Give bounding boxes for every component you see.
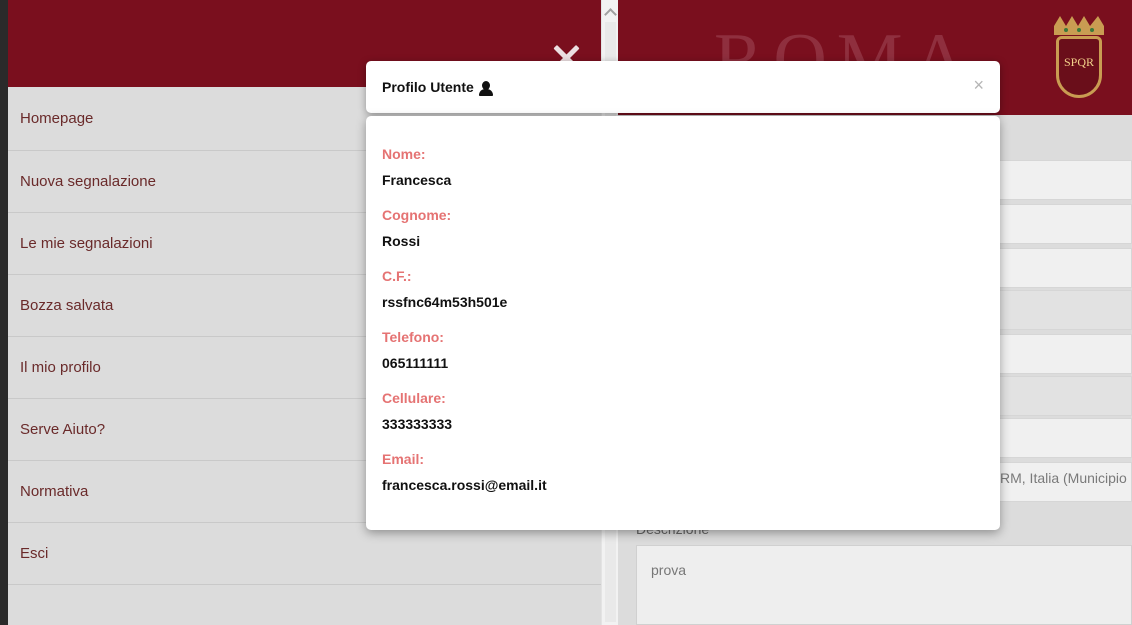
nome-value: Francesca	[382, 172, 452, 188]
crown-icon	[1054, 16, 1104, 35]
cf-label: C.F.:	[382, 268, 412, 284]
sidebar-item-esci[interactable]: Esci	[8, 523, 601, 585]
modal-title: Profilo Utente	[382, 79, 474, 95]
cellulare-value: 333333333	[382, 416, 453, 432]
telefono-value: 065111111	[382, 355, 449, 371]
crest-shield: SPQR	[1056, 36, 1102, 98]
telefono-label: Telefono:	[382, 329, 444, 345]
crest-text: SPQR	[1063, 55, 1095, 69]
cognome-label: Cognome:	[382, 207, 452, 223]
address-value: RM, Italia (Municipio	[1000, 470, 1127, 486]
email-value: francesca.rossi@email.it	[382, 477, 547, 493]
user-icon	[478, 80, 493, 96]
cf-value: rssfnc64m53h501e	[382, 294, 508, 310]
email-label: Email:	[382, 451, 425, 467]
modal-close-button[interactable]: ×	[973, 75, 984, 96]
roma-crest-logo: SPQR	[1048, 14, 1110, 110]
modal-header: Profilo Utente ×	[366, 61, 1000, 113]
cognome-value: Rossi	[382, 233, 421, 249]
nome-label: Nome:	[382, 146, 426, 162]
scroll-up-arrow-icon[interactable]	[604, 8, 617, 21]
modal-body: Nome: Francesca Cognome: Rossi C.F.: rss…	[366, 116, 1000, 530]
window-edge	[0, 0, 8, 625]
description-textarea[interactable]: prova	[636, 545, 1132, 625]
cellulare-label: Cellulare:	[382, 390, 446, 406]
